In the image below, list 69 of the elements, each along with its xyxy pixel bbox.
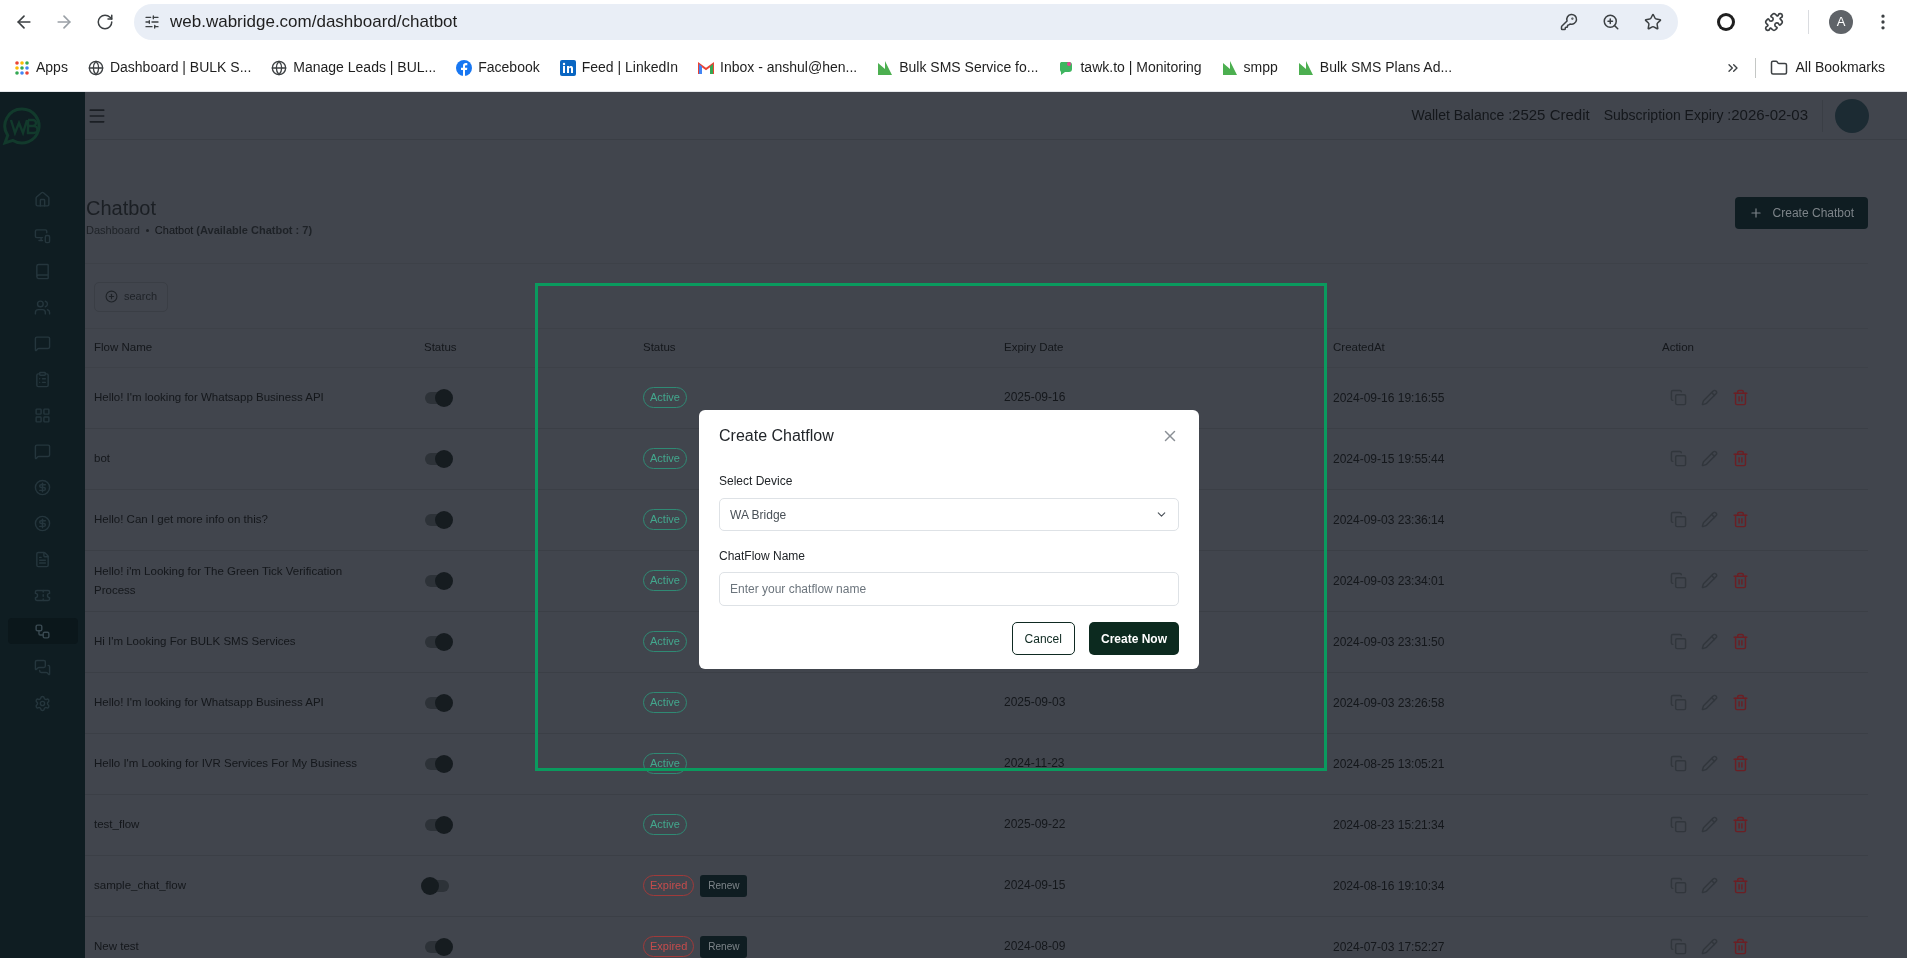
bookmark-item[interactable]: tawk.to | Monitoring	[1052, 57, 1208, 78]
modal-title: Create Chatflow	[719, 426, 834, 446]
site-info-icon[interactable]	[144, 14, 160, 30]
zoom-icon[interactable]	[1602, 13, 1620, 31]
mail-icon	[698, 61, 714, 74]
device-select[interactable]: WA Bridge	[719, 498, 1179, 531]
bookmark-item[interactable]: Bulk SMS Plans Ad...	[1291, 57, 1459, 78]
settings-icon	[34, 694, 51, 712]
home-icon	[34, 190, 51, 208]
bookmark-item[interactable]: Apps	[8, 57, 74, 78]
sidebar-item[interactable]	[7, 618, 78, 644]
field-label: ChatFlow Name	[719, 548, 807, 565]
flow-diagram-icon	[34, 622, 51, 640]
message-icon	[34, 442, 51, 460]
users-icon	[34, 298, 51, 316]
extensions-icon[interactable]	[1764, 12, 1784, 32]
delete-icon[interactable]	[1732, 633, 1749, 650]
bookmark-item[interactable]: Manage Leads | BUL...	[265, 57, 443, 78]
delete-icon[interactable]	[1732, 389, 1749, 406]
delete-icon[interactable]	[1732, 938, 1749, 955]
star-icon[interactable]	[1644, 13, 1662, 31]
logo-icon	[2, 106, 42, 146]
create-chatbot-button[interactable]: Create Chatbot	[1734, 196, 1868, 229]
delete-icon[interactable]	[1732, 572, 1749, 589]
all-bookmarks-button[interactable]: All Bookmarks	[1769, 57, 1885, 78]
dollar-icon	[34, 478, 51, 496]
chatflow-name-input[interactable]: Enter your chatflow name	[719, 572, 1179, 606]
key-icon[interactable]	[1560, 13, 1578, 31]
bookmark-item[interactable]: Inbox - anshul@hen...	[692, 57, 864, 78]
linkedin-icon	[559, 59, 576, 76]
delete-icon[interactable]	[1732, 450, 1749, 467]
cancel-button[interactable]: Cancel	[1011, 622, 1075, 655]
plus-circle-icon	[105, 290, 118, 303]
globe-icon	[87, 59, 104, 76]
message-icon	[34, 334, 51, 352]
logo-icon	[1221, 59, 1238, 76]
profile-avatar[interactable]: A	[1829, 10, 1853, 34]
devices-icon	[34, 226, 51, 244]
delete-icon[interactable]	[1732, 511, 1749, 528]
create-button[interactable]: Create Now	[1088, 622, 1179, 655]
logo-icon	[1297, 59, 1314, 76]
logo-icon	[877, 59, 894, 76]
reload-icon[interactable]	[96, 13, 114, 31]
book-icon	[34, 262, 51, 280]
chat-icon	[34, 658, 51, 676]
delete-icon[interactable]	[1732, 755, 1749, 772]
bookmark-item[interactable]: smpp	[1215, 57, 1284, 78]
bookmark-item[interactable]: Bulk SMS Service fo...	[871, 57, 1045, 78]
grid-icon	[34, 406, 51, 424]
delete-icon[interactable]	[1732, 877, 1749, 894]
renew-button[interactable]: Renew	[700, 935, 748, 958]
apps-grid-icon	[14, 59, 30, 76]
plus-icon	[1748, 205, 1763, 220]
renew-button[interactable]: Renew	[700, 874, 748, 897]
bookmark-item[interactable]: Facebook	[450, 57, 546, 78]
globe-icon	[271, 59, 288, 76]
delete-icon[interactable]	[1732, 694, 1749, 711]
chat-bubble-icon	[1058, 59, 1075, 76]
facebook-icon	[456, 59, 473, 76]
bookmark-item[interactable]: Dashboard | BULK S...	[81, 57, 258, 78]
address-bar[interactable]: web.wabridge.com/dashboard/chatbot	[134, 4, 1678, 40]
delete-icon[interactable]	[1732, 816, 1749, 833]
field-label: Select Device	[719, 473, 794, 490]
document-icon	[34, 550, 51, 568]
avatar[interactable]	[1835, 98, 1869, 133]
folder-icon	[1769, 58, 1788, 77]
dollar-icon	[34, 514, 51, 532]
bookmark-item[interactable]: Feed | LinkedIn	[553, 57, 684, 78]
clipboard-icon	[34, 370, 51, 388]
